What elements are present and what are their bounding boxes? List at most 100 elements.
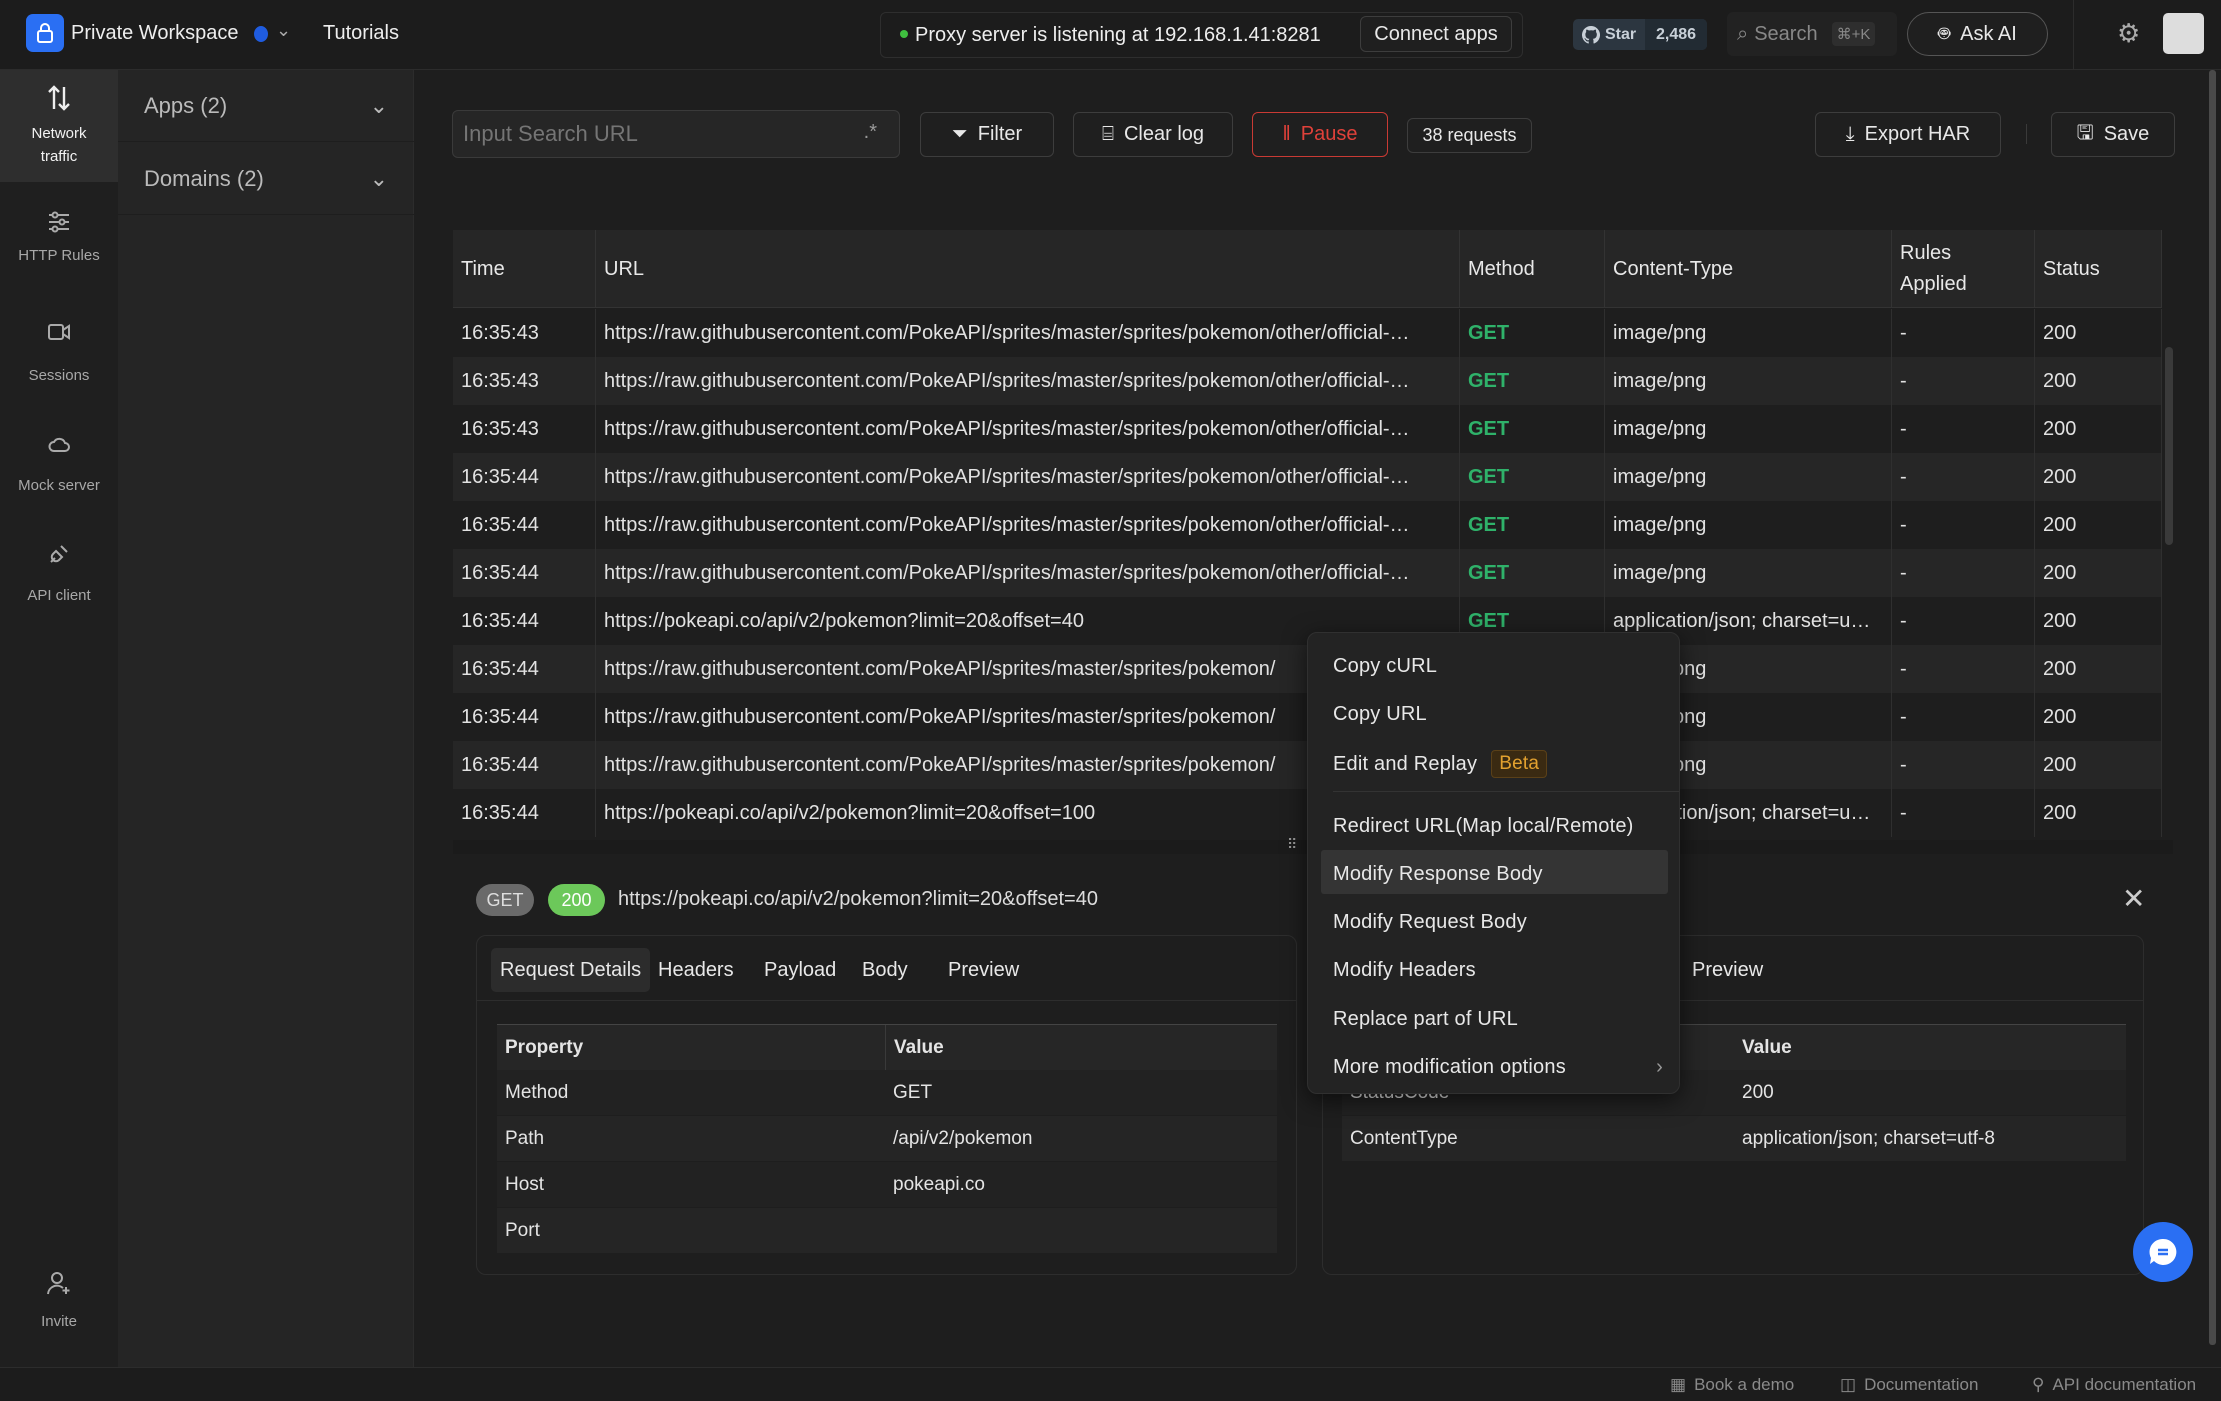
- github-star-button[interactable]: Star 2,486: [1573, 19, 1707, 50]
- github-star-count: 2,486: [1645, 19, 1707, 50]
- column-header[interactable]: Time: [453, 230, 596, 308]
- tab-request-details[interactable]: Request Details: [491, 948, 651, 992]
- tutorials-link[interactable]: Tutorials: [323, 22, 399, 45]
- clear-log-button[interactable]: ⌸ Clear log: [1073, 112, 1233, 157]
- search-button[interactable]: ⌕ Search ⌘+K: [1727, 12, 1897, 56]
- api-documentation-link[interactable]: ⚲ API documentation: [2032, 1375, 2196, 1395]
- menu-item-modify-headers[interactable]: Modify Headers: [1333, 957, 1663, 983]
- search-icon: ⌕: [1737, 22, 1749, 45]
- pause-button[interactable]: ǁ Pause: [1252, 112, 1388, 157]
- tab-payload[interactable]: Payload: [755, 948, 845, 992]
- menu-item-modify-response-body[interactable]: Modify Response Body: [1333, 861, 1663, 887]
- workspace-name[interactable]: Private Workspace: [71, 22, 238, 45]
- apps-section[interactable]: Apps (2) ⌄: [118, 70, 414, 142]
- table-cell: 200: [2035, 453, 2162, 501]
- filter-button[interactable]: ⏷ Filter: [920, 112, 1054, 157]
- table-header: Property Value: [497, 1024, 1277, 1071]
- table-cell: GET: [1460, 501, 1605, 549]
- menu-item-copy-url[interactable]: Copy URL: [1333, 701, 1663, 727]
- chevron-down-icon[interactable]: ⌄: [276, 20, 291, 41]
- menu-item-label: Modify Response Body: [1333, 862, 1543, 885]
- table-cell: 16:35:43: [453, 357, 596, 405]
- tab-preview[interactable]: Preview: [939, 948, 1028, 992]
- ask-ai-button[interactable]: 🤖︎ Ask AI: [1907, 12, 2048, 56]
- table-cell: 16:35:44: [453, 645, 596, 693]
- table-cell: https://raw.githubusercontent.com/PokeAP…: [596, 309, 1460, 357]
- plug-icon: [50, 545, 68, 563]
- menu-item-copy-curl[interactable]: Copy cURL: [1333, 653, 1663, 679]
- menu-item-redirect-url-map-local-remote[interactable]: Redirect URL(Map local/Remote): [1333, 791, 1679, 839]
- tab-body[interactable]: Body: [853, 948, 917, 992]
- column-header[interactable]: URL: [596, 230, 1460, 308]
- apps-label: Apps (2): [144, 92, 228, 118]
- table-cell: 200: [2035, 597, 2162, 645]
- context-menu: Copy cURL Copy URL Edit and Replay Beta Redi…: [1307, 632, 1680, 1094]
- table-cell: image/png: [1605, 309, 1892, 357]
- column-header: Property: [505, 1037, 584, 1058]
- menu-item-replace-part-of-url[interactable]: Replace part of URL: [1333, 1006, 1663, 1032]
- github-star-label: Star: [1604, 25, 1637, 43]
- table-cell: https://raw.githubusercontent.com/PokeAP…: [596, 501, 1460, 549]
- table-row[interactable]: 16:35:44 https://raw.githubusercontent.co…: [453, 501, 2162, 549]
- search-url-input[interactable]: .*: [452, 110, 900, 158]
- table-row[interactable]: 16:35:43 https://raw.githubusercontent.co…: [453, 357, 2162, 405]
- table-cell: -: [1892, 357, 2035, 405]
- table-cell: 200: [2035, 693, 2162, 741]
- table-row[interactable]: 16:35:44 https://raw.githubusercontent.co…: [453, 453, 2162, 501]
- regex-toggle[interactable]: .*: [864, 121, 877, 144]
- chat-button[interactable]: [2133, 1222, 2193, 1282]
- divider: [2073, 0, 2074, 70]
- documentation-link[interactable]: ◫ Documentation: [1840, 1375, 1978, 1395]
- table-cell: Port: [505, 1220, 540, 1241]
- export-har-label: Export HAR: [1864, 123, 1971, 145]
- avatar[interactable]: [2163, 13, 2204, 54]
- menu-item-more-modification-options[interactable]: More modification options ›: [1333, 1054, 1663, 1080]
- close-icon[interactable]: ✕: [2122, 882, 2145, 915]
- rail-item-api-client[interactable]: API client: [0, 542, 118, 607]
- filter-icon: ⏷: [951, 123, 968, 145]
- table-cell: pokeapi.co: [893, 1174, 985, 1195]
- ask-ai-label: Ask AI: [1960, 22, 2017, 45]
- tab-preview[interactable]: Preview: [1683, 948, 1772, 992]
- column-header[interactable]: Status: [2035, 230, 2162, 308]
- gear-icon[interactable]: ⚙: [2117, 18, 2140, 49]
- book-demo-link[interactable]: ▦ Book a demo: [1670, 1375, 1794, 1395]
- menu-item-modify-request-body[interactable]: Modify Request Body: [1333, 909, 1663, 935]
- tab-headers[interactable]: Headers: [649, 948, 743, 992]
- table-cell: image/png: [1605, 405, 1892, 453]
- table-cell: 200: [2035, 357, 2162, 405]
- api-documentation-label: API documentation: [2052, 1375, 2197, 1394]
- footer: ▦ Book a demo ◫ Documentation ⚲ API documen…: [0, 1367, 2221, 1401]
- column-header[interactable]: Method: [1460, 230, 1605, 308]
- rail-item-sessions[interactable]: Sessions: [0, 320, 118, 387]
- invite-button[interactable]: Invite: [0, 1270, 118, 1333]
- pause-icon: ǁ: [1282, 123, 1291, 145]
- search-url-field[interactable]: [453, 111, 833, 157]
- menu-item-edit-and-replay[interactable]: Edit and Replay Beta: [1333, 750, 1663, 778]
- table-cell: -: [1892, 597, 2035, 645]
- table-row[interactable]: 16:35:43 https://raw.githubusercontent.co…: [453, 309, 2162, 357]
- table-scrollbar[interactable]: [2165, 347, 2173, 545]
- connect-apps-button[interactable]: Connect apps: [1360, 16, 1512, 52]
- table-cell: GET: [1460, 309, 1605, 357]
- table-cell: /api/v2/pokemon: [893, 1128, 1033, 1149]
- menu-divider: [1333, 791, 1679, 792]
- menu-item-label: Replace part of URL: [1333, 1007, 1519, 1030]
- table-row[interactable]: 16:35:43 https://raw.githubusercontent.co…: [453, 405, 2162, 453]
- save-button[interactable]: 🖫︎ Save: [2051, 112, 2175, 157]
- page-scrollbar[interactable]: [2209, 70, 2216, 1345]
- table-cell: -: [1892, 501, 2035, 549]
- export-har-button[interactable]: ⤓ Export HAR: [1815, 112, 2001, 157]
- column-header[interactable]: Rules Applied: [1892, 230, 2035, 308]
- rail-item-http-rules[interactable]: HTTP Rules: [0, 210, 118, 267]
- drag-handle-icon[interactable]: ⠿: [1287, 836, 1297, 853]
- lock-icon[interactable]: [26, 14, 64, 52]
- table-cell: 200: [2035, 741, 2162, 789]
- domains-section[interactable]: Domains (2) ⌄: [118, 143, 414, 215]
- rail-item-network-traffic[interactable]: Network traffic: [0, 70, 118, 182]
- table-row[interactable]: 16:35:44 https://raw.githubusercontent.co…: [453, 549, 2162, 597]
- column-header[interactable]: Content-Type: [1605, 230, 1892, 308]
- top-bar: Private Workspace ⌄ Tutorials Proxy serv…: [0, 0, 2221, 70]
- table-cell: image/png: [1605, 453, 1892, 501]
- rail-item-mock-server[interactable]: Mock server: [0, 432, 118, 497]
